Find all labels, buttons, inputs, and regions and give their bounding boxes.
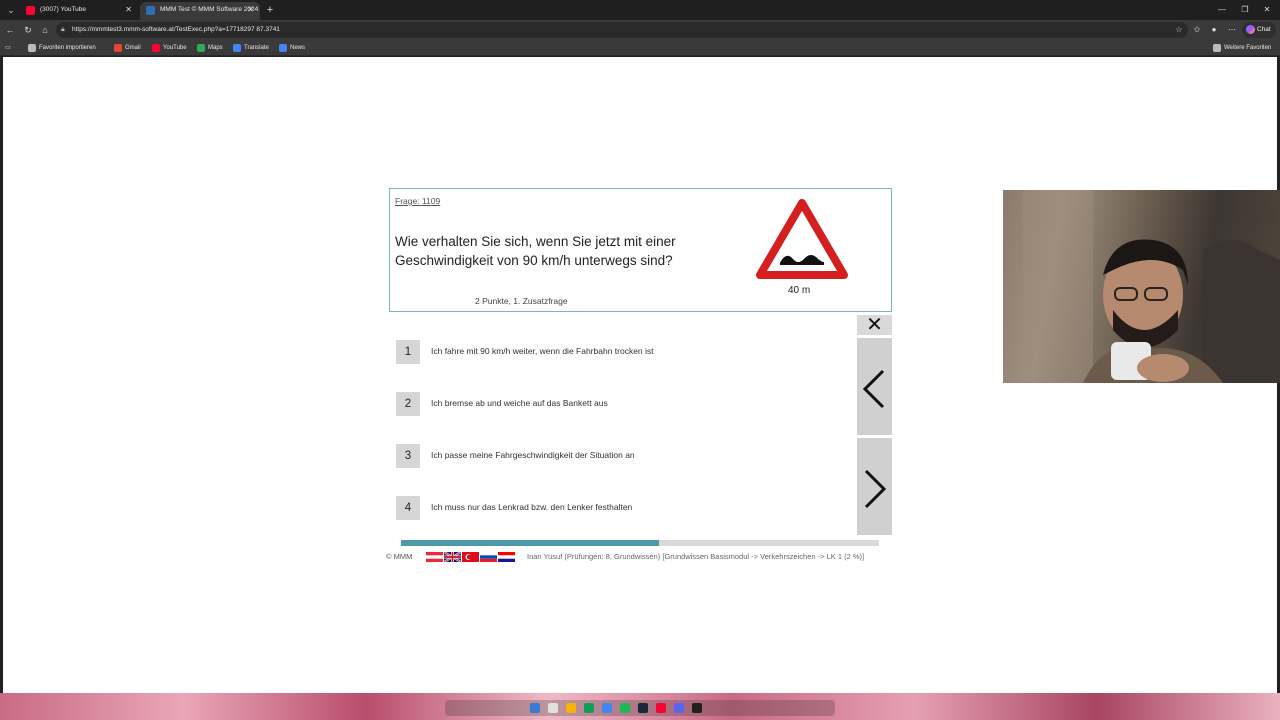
answer-number[interactable]: 3 — [396, 444, 420, 468]
maps-icon — [197, 44, 205, 52]
tab-list-chevron-icon[interactable]: ⌄ — [4, 3, 18, 17]
answer-number[interactable]: 4 — [396, 496, 420, 520]
favorite-star-icon[interactable]: ☆ — [1172, 23, 1186, 37]
restore-icon[interactable]: ❐ — [1238, 3, 1252, 17]
browser-edge-icon[interactable] — [602, 703, 612, 713]
back-arrow-icon[interactable]: ← — [3, 23, 17, 37]
new-tab-button[interactable]: + — [263, 3, 277, 17]
youtube-app-icon[interactable] — [656, 703, 666, 713]
lock-icon: 🔒︎ — [61, 26, 65, 33]
translate-icon — [233, 44, 241, 52]
bookmark-import-favorites[interactable]: Favoriten importieren — [28, 42, 96, 54]
bookmark-youtube[interactable]: YouTube — [152, 42, 187, 54]
browser-toolbar: ← ↻ ⌂ 🔒︎ https://mmmtest3.mmm-software.a… — [0, 20, 1280, 40]
bookmark-gmail[interactable]: Gmail — [114, 42, 141, 54]
flag-slovenia-icon[interactable] — [480, 552, 497, 562]
answer-number[interactable]: 1 — [396, 340, 420, 364]
answer-text[interactable]: Ich passe meine Fahrgeschwindigkeit der … — [431, 450, 635, 460]
answer-text[interactable]: Ich bremse ab und weiche auf das Bankett… — [431, 398, 608, 408]
file-explorer-icon[interactable] — [566, 703, 576, 713]
reload-icon[interactable]: ↻ — [21, 23, 35, 37]
profile-avatar-icon[interactable]: ● — [1207, 23, 1221, 37]
address-bar[interactable]: 🔒︎ https://mmmtest3.mmm-software.at/Test… — [56, 22, 1188, 38]
progress-bar-fill — [401, 540, 660, 546]
youtube-favicon-icon — [26, 6, 35, 15]
answer-text[interactable]: Ich muss nur das Lenkrad bzw. den Lenker… — [431, 502, 632, 512]
tab-mmm-test[interactable]: MMM Test © MMM Software 2024 ✕ — [140, 2, 260, 20]
webcam-person-image — [1023, 190, 1280, 383]
tab-title: (3007) YouTube — [40, 6, 87, 13]
youtube-icon — [152, 44, 160, 52]
home-icon[interactable]: ⌂ — [38, 23, 52, 37]
close-tab-icon[interactable]: ✕ — [247, 2, 254, 18]
obs-icon[interactable] — [692, 703, 702, 713]
favorites-icon[interactable]: ✩ — [1190, 23, 1204, 37]
minimize-icon[interactable]: — — [1215, 3, 1229, 17]
folder-icon — [1213, 44, 1221, 52]
copyright: © MMM — [386, 552, 413, 561]
browser-tab-bar: ⌄ (3007) YouTube ✕ MMM Test © MMM Softwa… — [0, 0, 1280, 20]
answer-text[interactable]: Ich fahre mit 90 km/h weiter, wenn die F… — [431, 346, 654, 356]
question-points: 2 Punkte, 1. Zusatzfrage — [475, 296, 568, 306]
news-icon — [279, 44, 287, 52]
previous-question-button[interactable] — [857, 338, 892, 435]
more-menu-icon[interactable]: ⋯ — [1225, 23, 1239, 37]
sign-distance-label: 40 m — [788, 285, 811, 296]
flag-croatia-icon[interactable] — [498, 552, 515, 562]
flag-austria-icon[interactable] — [426, 552, 443, 562]
app-icon[interactable] — [584, 703, 594, 713]
mmm-favicon-icon — [146, 6, 155, 15]
close-tab-icon[interactable]: ✕ — [125, 2, 132, 18]
flag-uk-icon[interactable] — [444, 552, 461, 562]
spotify-icon[interactable] — [620, 703, 630, 713]
answer-number[interactable]: 2 — [396, 392, 420, 416]
chevron-right-icon — [864, 469, 887, 509]
question-number: Frage: 1109 — [395, 196, 441, 206]
steam-icon[interactable] — [638, 703, 648, 713]
collections-icon[interactable]: ▭ — [5, 42, 11, 54]
progress-bar — [401, 540, 879, 546]
question-text: Wie verhalten Sie sich, wenn Sie jetzt m… — [395, 234, 676, 268]
start-icon[interactable] — [530, 703, 540, 713]
copilot-icon — [1246, 25, 1255, 34]
flag-turkey-icon[interactable] — [462, 552, 479, 562]
next-question-button[interactable] — [857, 438, 892, 535]
bookmarks-bar: ▭ Favoriten importieren Gmail YouTube Ma… — [0, 40, 1280, 56]
bookmark-other-favorites[interactable]: Weitere Favoriten — [1213, 42, 1271, 54]
discord-icon[interactable] — [674, 703, 684, 713]
close-button[interactable]: ✕ — [857, 315, 892, 335]
chevron-left-icon — [862, 369, 885, 409]
bookmark-translate[interactable]: Translate — [233, 42, 269, 54]
bookmark-maps[interactable]: Maps — [197, 42, 223, 54]
bumpy-road-warning-sign-icon — [756, 199, 848, 279]
url-text: https://mmmtest3.mmm-software.at/TestExe… — [72, 26, 280, 33]
bookmark-news[interactable]: News — [279, 42, 305, 54]
close-window-icon[interactable]: ✕ — [1260, 3, 1274, 17]
webcam-overlay — [1003, 190, 1280, 383]
tab-youtube[interactable]: (3007) YouTube ✕ — [20, 2, 138, 20]
copilot-chat-button[interactable]: Chat — [1242, 22, 1276, 38]
chat-label: Chat — [1257, 26, 1271, 33]
folder-icon — [28, 44, 36, 52]
gmail-icon — [114, 44, 122, 52]
tab-title: MMM Test © MMM Software 2024 — [160, 6, 259, 13]
exam-info: Inan Yusuf (Prüfungen: 8, Grundwissen) [… — [527, 552, 865, 561]
search-icon[interactable] — [548, 703, 558, 713]
question-card: Frage: 1109 Wie verhalten Sie sich, wenn… — [389, 188, 892, 312]
